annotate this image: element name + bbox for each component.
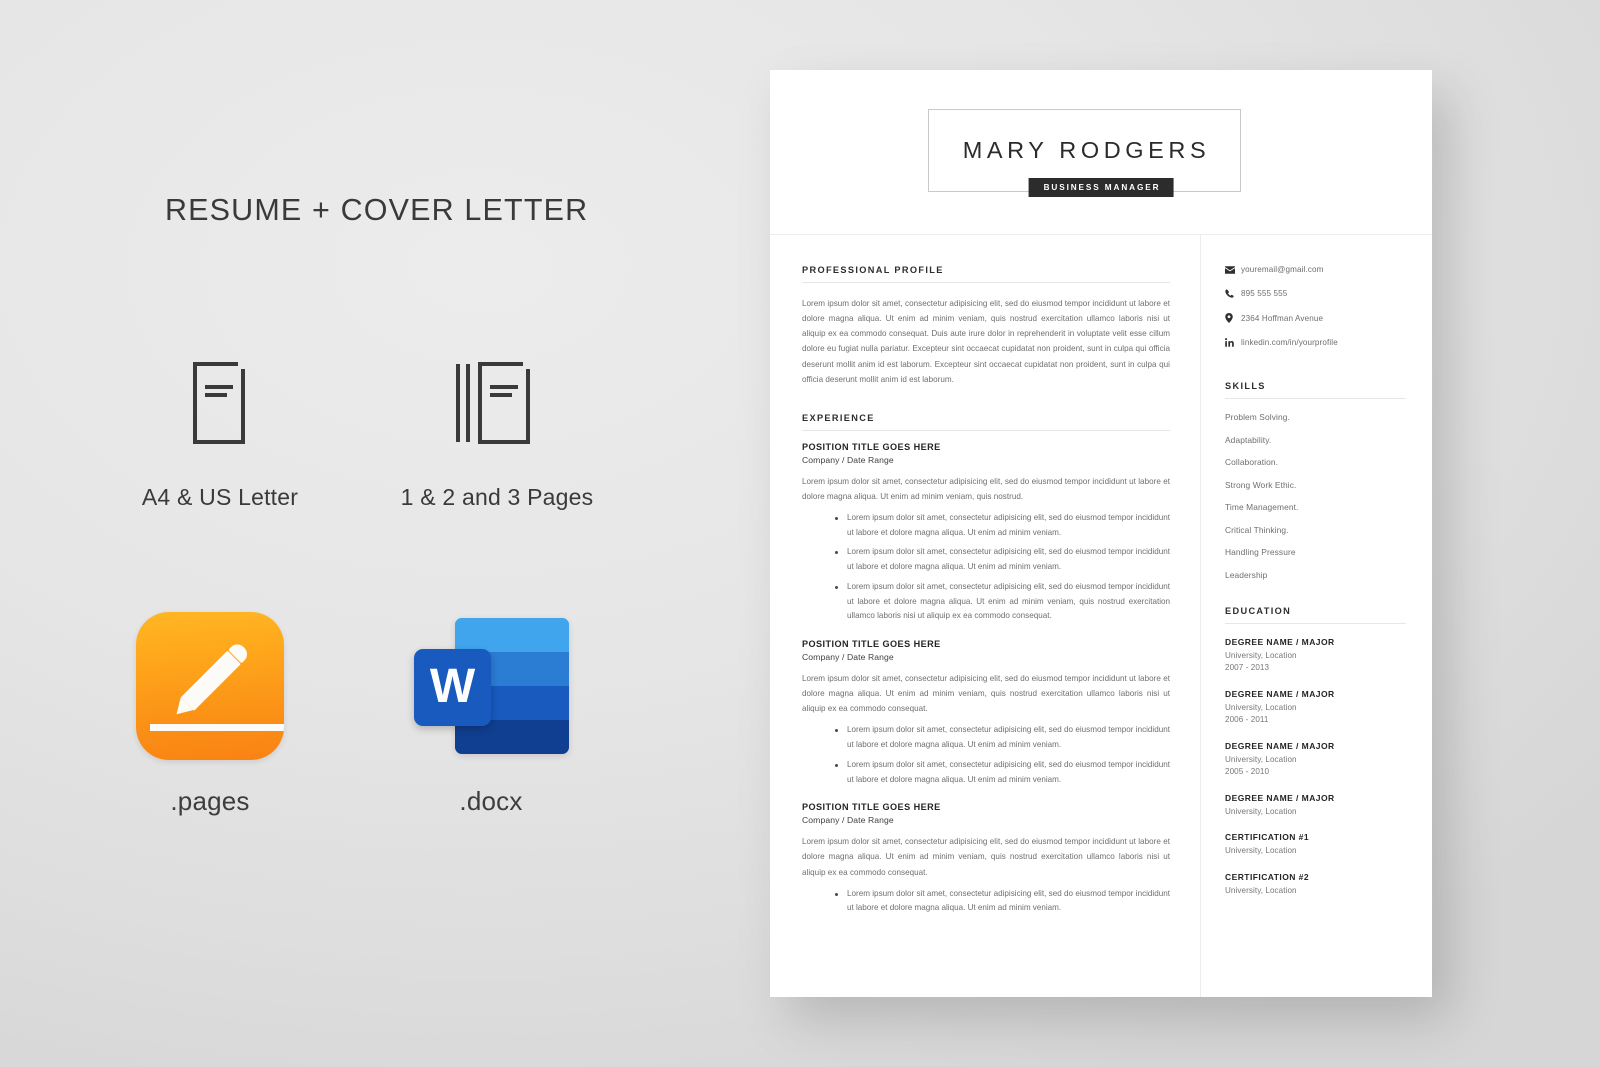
feature-a4-caption: A4 & US Letter [141,484,299,510]
education-degree: DEGREE NAME / MAJOR [1225,740,1335,751]
experience-item: POSITION TITLE GOES HERE Company / Date … [802,442,1170,624]
resume-name: MARY RODGERS [962,137,1211,163]
job-title: POSITION TITLE GOES HERE [802,639,941,650]
job-bullet: Lorem ipsum dolor sit amet, consectetur … [835,545,1170,574]
education-item: DEGREE NAME / MAJOR University, Location… [1225,741,1406,779]
single-document-icon [120,362,320,446]
linkedin-icon [1225,338,1241,347]
job-title: POSITION TITLE GOES HERE [802,441,941,452]
experience-item: POSITION TITLE GOES HERE Company / Date … [802,802,1170,916]
skill-item: Leadership [1225,569,1268,580]
contact-row-phone: 895 555 555 [1225,289,1406,298]
education-degree: DEGREE NAME / MAJOR [1225,636,1335,647]
phone-icon [1225,289,1241,298]
job-meta: Company / Date Range [802,652,894,663]
certification-name: CERTIFICATION #1 [1225,832,1310,843]
job-bullet: Lorem ipsum dolor sit amet, consectetur … [835,887,1170,916]
job-bullet: Lorem ipsum dolor sit amet, consectetur … [835,758,1170,787]
job-bullet: Lorem ipsum dolor sit amet, consectetur … [835,580,1170,624]
job-bullets: Lorem ipsum dolor sit amet, consectetur … [835,723,1170,787]
education-item: DEGREE NAME / MAJOR University, Location [1225,793,1406,819]
format-docx: W .docx [396,612,586,817]
education-degree: DEGREE NAME / MAJOR [1225,792,1335,803]
section-title-experience: EXPERIENCE [802,413,1170,431]
section-title-skills: SKILLS [1225,381,1406,399]
job-meta: Company / Date Range [802,815,894,826]
stacked-documents-icon [396,362,596,446]
contact-value-address: 2364 Hoffman Avenue [1241,313,1324,323]
format-docx-caption: .docx [459,786,523,816]
certification-school: University, Location [1225,846,1297,856]
resume-sidebar-column: youremail@gmail.com 895 555 555 2364 Hof… [1200,235,1432,997]
certification-item: CERTIFICATION #2 University, Location [1225,872,1406,898]
section-title-profile: PROFESSIONAL PROFILE [802,265,1170,283]
education-school: University, Location [1225,754,1297,764]
job-title: POSITION TITLE GOES HERE [802,802,941,813]
job-bullets: Lorem ipsum dolor sit amet, consectetur … [835,511,1170,624]
promo-panel: RESUME + COVER LETTER A4 & US Letter 1 &… [0,0,760,1067]
contact-row-address: 2364 Hoffman Avenue [1225,313,1406,323]
experience-item: POSITION TITLE GOES HERE Company / Date … [802,639,1170,787]
job-summary: Lorem ipsum dolor sit amet, consectetur … [802,476,1170,501]
feature-a4-us-letter: A4 & US Letter [120,362,320,511]
contact-row-linkedin: linkedin.com/in/yourprofile [1225,338,1406,347]
contact-value-linkedin: linkedin.com/in/yourprofile [1241,338,1338,347]
education-years: 2006 - 2011 [1225,715,1269,725]
resume-main-column: PROFESSIONAL PROFILE Lorem ipsum dolor s… [770,235,1200,997]
education-school: University, Location [1225,702,1297,712]
education-school: University, Location [1225,806,1297,816]
profile-text: Lorem ipsum dolor sit amet, consectetur … [802,299,1170,384]
certification-school: University, Location [1225,885,1297,895]
contact-value-phone: 895 555 555 [1241,289,1288,298]
job-summary: Lorem ipsum dolor sit amet, consectetur … [802,837,1170,877]
education-item: DEGREE NAME / MAJOR University, Location… [1225,637,1406,675]
contact-row-email: youremail@gmail.com [1225,265,1406,274]
section-title-education: EDUCATION [1225,606,1406,624]
education-years: 2007 - 2013 [1225,663,1270,673]
skill-item: Critical Thinking. [1225,524,1289,535]
certification-name: CERTIFICATION #2 [1225,871,1310,882]
skills-list: Problem Solving. Adaptability. Collabora… [1225,412,1406,580]
word-app-icon: W [413,612,569,760]
education-item: DEGREE NAME / MAJOR University, Location… [1225,689,1406,727]
resume-body: PROFESSIONAL PROFILE Lorem ipsum dolor s… [770,235,1432,997]
contact-list: youremail@gmail.com 895 555 555 2364 Hof… [1225,265,1406,347]
skill-item: Strong Work Ethic. [1225,479,1297,490]
education-list: DEGREE NAME / MAJOR University, Location… [1225,637,1406,898]
location-pin-icon [1225,313,1241,323]
word-icon-letter: W [429,659,475,713]
education-degree: DEGREE NAME / MAJOR [1225,688,1335,699]
role-badge: BUSINESS MANAGER [1028,178,1174,197]
email-icon [1225,265,1241,274]
education-years: 2005 - 2010 [1225,767,1270,777]
skill-item: Adaptability. [1225,434,1272,445]
skill-item: Time Management. [1225,502,1299,512]
feature-page-count: 1 & 2 and 3 Pages [396,362,596,511]
feature-page-count-caption: 1 & 2 and 3 Pages [400,484,594,510]
promo-title: RESUME + COVER LETTER [165,193,589,227]
education-school: University, Location [1225,650,1297,660]
job-bullets: Lorem ipsum dolor sit amet, consectetur … [835,887,1170,916]
job-summary: Lorem ipsum dolor sit amet, consectetur … [802,674,1170,714]
format-pages: .pages [120,612,300,817]
resume-header: MARY RODGERS BUSINESS MANAGER [770,70,1432,235]
job-bullet: Lorem ipsum dolor sit amet, consectetur … [835,511,1170,540]
skill-item: Handling Pressure [1225,547,1296,557]
skill-item: Problem Solving. [1225,412,1290,422]
certification-item: CERTIFICATION #1 University, Location [1225,832,1406,858]
skill-item: Collaboration. [1225,457,1279,467]
job-bullet: Lorem ipsum dolor sit amet, consectetur … [835,723,1170,752]
contact-value-email: youremail@gmail.com [1241,265,1324,274]
job-meta: Company / Date Range [802,454,894,465]
format-pages-caption: .pages [170,786,250,816]
resume-page-preview: MARY RODGERS BUSINESS MANAGER PROFESSION… [770,70,1432,997]
pages-app-icon [136,612,284,760]
